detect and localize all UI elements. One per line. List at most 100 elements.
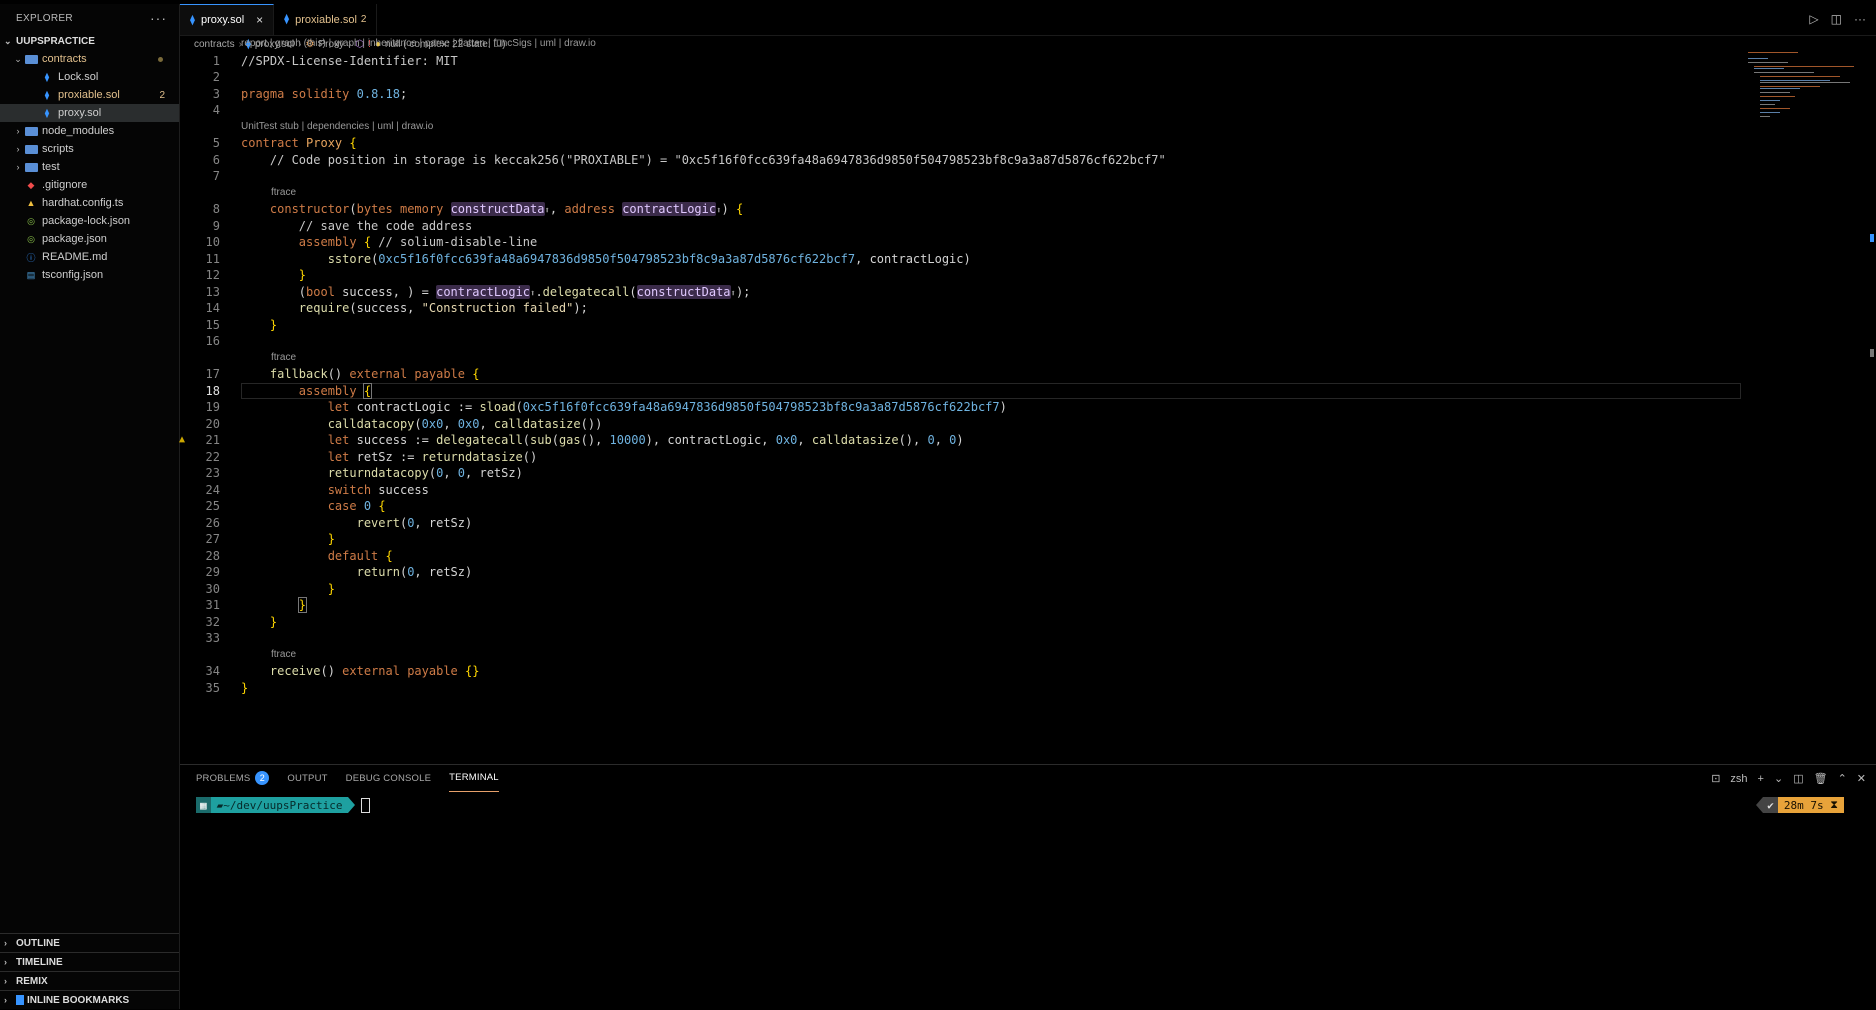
ellipsis-icon[interactable]: ··· xyxy=(150,10,167,26)
plus-icon[interactable]: + xyxy=(1758,773,1764,785)
close-icon[interactable]: ✕ xyxy=(1857,772,1866,785)
code-line[interactable]: 20 calldatacopy(0x0, 0x0, calldatasize()… xyxy=(180,416,1740,433)
code-line[interactable]: 29 return(0, retSz) xyxy=(180,564,1740,581)
code-line[interactable]: 13 (bool success, ) = contractLogic⬆.del… xyxy=(180,284,1740,301)
chevron-up-icon[interactable]: ⌃ xyxy=(1838,772,1847,785)
line-number: 4 xyxy=(212,103,220,117)
code-line[interactable]: 10 assembly { // solium-disable-line xyxy=(180,234,1740,251)
code-line[interactable]: 3 pragma solidity 0.8.18; xyxy=(180,86,1740,103)
tab-terminal[interactable]: TERMINAL xyxy=(449,765,499,792)
code-line[interactable]: 19 let contractLogic := sload(0xc5f16f0f… xyxy=(180,399,1740,416)
tab-output[interactable]: OUTPUT xyxy=(287,765,327,791)
code-line[interactable]: 4 xyxy=(180,102,1740,119)
tab-problems[interactable]: PROBLEMS 2 xyxy=(196,765,270,791)
chevron-right-icon: › xyxy=(16,126,20,136)
tree-item-node-modules[interactable]: › node_modules xyxy=(0,122,179,140)
tree-item-proxy-sol[interactable]: ⧫ proxy.sol xyxy=(0,104,179,122)
line-number: 26 xyxy=(205,515,220,530)
code-line[interactable]: 18 assembly { xyxy=(180,382,1741,400)
tree-item-proxiable-sol[interactable]: ⧫ proxiable.sol 2 xyxy=(0,86,179,104)
trash-icon[interactable]: 🗑 xyxy=(1814,772,1828,785)
code-line[interactable]: 34 receive() external payable {} xyxy=(180,663,1740,680)
tree-item-readme-md[interactable]: ⓘ README.md xyxy=(0,248,179,266)
code-line[interactable]: 2 xyxy=(180,69,1740,86)
section-inline-bookmarks[interactable]: › INLINE BOOKMARKS xyxy=(0,990,179,1009)
code-lens-links[interactable]: report | graph (this) | graph | inherita… xyxy=(241,36,596,53)
chevron-down-icon[interactable]: ⌄ xyxy=(1774,772,1783,785)
tree-item-contracts[interactable]: ⌄ contracts xyxy=(0,50,179,68)
close-icon[interactable]: × xyxy=(256,13,263,27)
explorer-title: EXPLORER xyxy=(16,12,73,24)
ellipsis-icon[interactable]: ··· xyxy=(1854,12,1866,26)
code-line[interactable]: 35} xyxy=(180,680,1740,697)
status-check-icon: ✔ xyxy=(1763,797,1778,813)
chevron-down-icon: ⌄ xyxy=(14,53,22,64)
code-line[interactable]: 27 } xyxy=(180,531,1740,548)
code-editor[interactable]: report | graph (this) | graph | inherita… xyxy=(179,38,1741,697)
code-text: let contractLogic := sload(0xc5f16f0fcc6… xyxy=(327,400,1007,414)
section-outline[interactable]: › OUTLINE xyxy=(0,933,179,952)
code-line[interactable]: 15 } xyxy=(180,317,1740,334)
code-line[interactable]: 25 case 0 { xyxy=(180,498,1740,515)
code-text: pragma solidity 0.8.18; xyxy=(241,86,408,101)
code-line[interactable]: 30 } xyxy=(180,581,1740,598)
code-line[interactable]: 26 revert(0, retSz) xyxy=(180,515,1740,532)
code-line[interactable]: 22 let retSz := returndatasize() xyxy=(180,449,1740,466)
terminal-shell-label[interactable]: zsh xyxy=(1730,773,1747,785)
code-line[interactable]: 11 sstore(0xc5f16f0fcc639fa48a6947836d98… xyxy=(180,251,1740,268)
minimap[interactable] xyxy=(1746,52,1876,152)
split-editor-icon[interactable]: ◫ xyxy=(1831,12,1842,26)
section-timeline[interactable]: › TIMELINE xyxy=(0,952,179,971)
project-root[interactable]: ⌄ UUPSPRACTICE xyxy=(0,32,179,50)
line-number: 29 xyxy=(205,565,220,579)
code-line[interactable]: 16 xyxy=(180,333,1740,350)
code-line[interactable]: 9 // save the code address xyxy=(180,218,1740,235)
code-line[interactable]: ▲ 21 let success := delegatecall(sub(gas(… xyxy=(179,432,1740,449)
tab-proxy-sol[interactable]: ⧫ proxy.sol × xyxy=(180,4,275,35)
code-line[interactable]: 28 default { xyxy=(180,548,1740,565)
code-line[interactable]: 23 returndatacopy(0, 0, retSz) xyxy=(180,465,1740,482)
code-line[interactable]: 1 //SPDX-License-Identifier: MIT xyxy=(180,53,1740,70)
code-lens-top[interactable]: report | graph (this) | graph | inherita… xyxy=(180,36,1740,53)
code-line[interactable]: 17 fallback() external payable { xyxy=(180,366,1740,383)
code-line[interactable]: 24 switch success xyxy=(180,482,1740,499)
code-line[interactable]: 32 } xyxy=(180,614,1740,631)
tab-debug-console[interactable]: DEBUG CONSOLE xyxy=(346,765,431,791)
code-lens[interactable]: ftrace xyxy=(180,647,1740,664)
code-line[interactable]: 5 contract Proxy { xyxy=(180,135,1740,152)
code-lens[interactable]: UnitTest stub | dependencies | uml | dra… xyxy=(180,119,1740,136)
code-line[interactable]: 8 constructor(bytes memory constructData… xyxy=(180,201,1740,218)
minimap-line xyxy=(1760,92,1790,93)
tree-item-hardhat-config-ts[interactable]: ▲ hardhat.config.ts xyxy=(0,194,179,212)
section-remix[interactable]: › REMIX xyxy=(0,971,179,990)
section-label: REMIX xyxy=(16,975,48,987)
split-terminal-icon[interactable]: ◫ xyxy=(1793,772,1803,785)
code-line[interactable]: 31 } xyxy=(180,597,1740,614)
minimap-line xyxy=(1754,72,1814,73)
tree-item-test[interactable]: › test xyxy=(0,158,179,176)
line-number: 7 xyxy=(212,169,220,183)
code-lens[interactable]: ftrace xyxy=(180,185,1740,202)
tab-proxiable-sol[interactable]: ⧫ proxiable.sol 2 xyxy=(274,4,378,35)
code-text: assembly { // solium-disable-line xyxy=(298,235,538,249)
code-lens-links[interactable]: ftrace xyxy=(271,185,296,202)
tree-item-scripts[interactable]: › scripts xyxy=(0,140,179,158)
terminal-prompt[interactable]: ▦ ▰ ~/dev/uupsPractice xyxy=(196,797,371,813)
code-lens-links[interactable]: ftrace xyxy=(271,647,296,664)
code-line[interactable]: 14 require(success, "Construction failed… xyxy=(180,300,1740,317)
run-icon[interactable]: ▷ xyxy=(1809,12,1818,26)
code-line[interactable]: 7 xyxy=(180,168,1740,185)
tree-item-package-lock-json[interactable]: ◎ package-lock.json xyxy=(0,212,179,230)
line-number: 10 xyxy=(205,235,220,249)
tree-item-lock-sol[interactable]: ⧫ Lock.sol xyxy=(0,68,179,86)
code-lens-links[interactable]: ftrace xyxy=(271,350,296,367)
code-lens-links[interactable]: UnitTest stub | dependencies | uml | dra… xyxy=(241,119,433,136)
line-number: 23 xyxy=(205,466,220,480)
tree-item-package-json[interactable]: ◎ package.json xyxy=(0,230,179,248)
code-line[interactable]: 12 } xyxy=(180,267,1740,284)
code-lens[interactable]: ftrace xyxy=(180,350,1740,367)
tree-item--gitignore[interactable]: ◆ .gitignore xyxy=(0,176,179,194)
code-line[interactable]: 6 // Code position in storage is keccak2… xyxy=(180,152,1740,169)
code-line[interactable]: 33 xyxy=(180,630,1740,647)
tree-item-tsconfig-json[interactable]: ▤ tsconfig.json xyxy=(0,266,179,284)
